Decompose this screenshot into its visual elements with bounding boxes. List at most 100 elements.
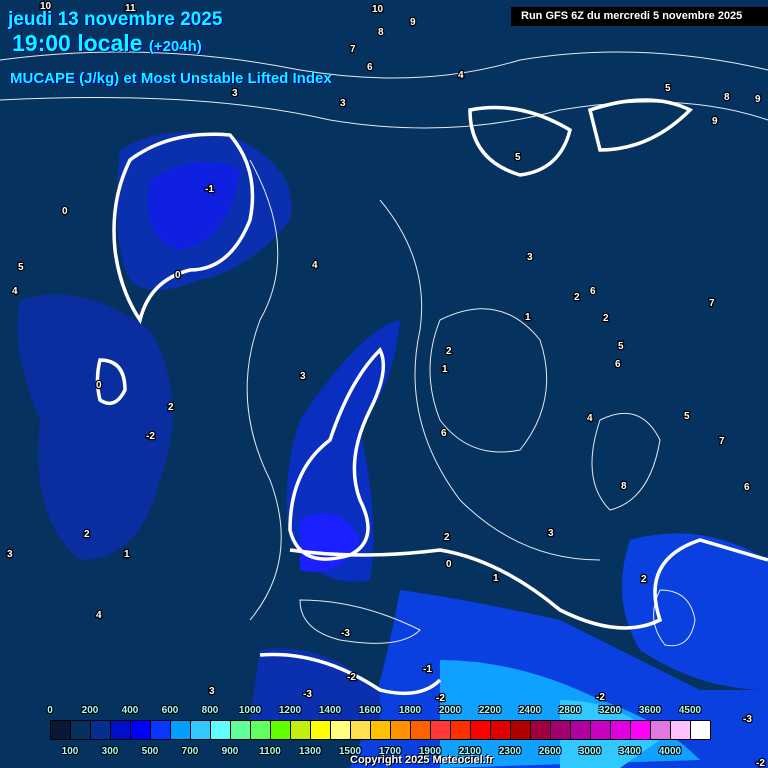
legend-label-bottom: 900 (221, 746, 239, 757)
legend-swatch (691, 721, 710, 739)
legend-label-top: 400 (121, 705, 139, 716)
legend-swatch (251, 721, 271, 739)
legend-label-top: 1400 (318, 705, 342, 716)
legend-label-top: 2400 (518, 705, 542, 716)
legend-swatch (651, 721, 671, 739)
legend-swatch (631, 721, 651, 739)
contour-label: 2 (641, 574, 647, 585)
contour-label: 0 (62, 206, 68, 217)
contour-label: 1 (442, 364, 448, 375)
weather-map: 10 11 109876433598950-1054430-222166562213… (0, 0, 768, 768)
legend-swatch (171, 721, 191, 739)
contour-label: 2 (168, 402, 174, 413)
contour-label: 9 (755, 94, 761, 105)
copyright: Copyright 2025 Meteociel.fr (350, 754, 494, 766)
legend-label-top: 2000 (438, 705, 462, 716)
forecast-time: 19:00 locale (+204h) (12, 30, 202, 57)
color-legend (50, 720, 711, 740)
legend-swatch (471, 721, 491, 739)
legend-label-top: 2800 (558, 705, 582, 716)
legend-swatch (431, 721, 451, 739)
legend-label-bottom: 1300 (298, 746, 322, 757)
legend-swatch (551, 721, 571, 739)
legend-label-top: 1200 (278, 705, 302, 716)
legend-label-bottom: 700 (181, 746, 199, 757)
legend-swatch (291, 721, 311, 739)
legend-swatch (391, 721, 411, 739)
legend-label-bottom: 300 (101, 746, 119, 757)
legend-swatch (591, 721, 611, 739)
legend-swatch (231, 721, 251, 739)
legend-swatch (151, 721, 171, 739)
forecast-date: jeudi 13 novembre 2025 (8, 9, 223, 30)
legend-label-top: 800 (201, 705, 219, 716)
legend-label-bottom: 3000 (578, 746, 602, 757)
contour-label: 0 (446, 559, 452, 570)
contour-label: -2 (146, 431, 155, 442)
contour-label: 3 (527, 252, 533, 263)
legend-label-bottom: 2600 (538, 746, 562, 757)
contour-label: 7 (719, 436, 725, 447)
contour-label: 1 (493, 573, 499, 584)
legend-label-top: 1800 (398, 705, 422, 716)
contour-label: 0 (175, 270, 181, 281)
legend-label-bottom: 100 (61, 746, 79, 757)
contour-label: 4 (458, 70, 464, 81)
legend-swatch (451, 721, 471, 739)
legend-label-bottom: 2300 (498, 746, 522, 757)
contour-label: 4 (96, 610, 102, 621)
legend-swatch (71, 721, 91, 739)
contour-label: -1 (423, 664, 432, 675)
contour-label: 6 (367, 62, 373, 73)
contour-label: -2 (756, 758, 765, 768)
legend-swatch (51, 721, 71, 739)
legend-label-bottom: 500 (141, 746, 159, 757)
contour-label: 2 (446, 346, 452, 357)
contour-label: -3 (303, 689, 312, 700)
parameter-title: MUCAPE (J/kg) et Most Unstable Lifted In… (10, 70, 332, 87)
contour-label: 3 (7, 549, 13, 560)
contour-label: 2 (444, 532, 450, 543)
legend-swatch (271, 721, 291, 739)
contour-label: -3 (341, 628, 350, 639)
legend-swatch (131, 721, 151, 739)
legend-swatch (311, 721, 331, 739)
legend-swatch (371, 721, 391, 739)
contour-label: 2 (603, 313, 609, 324)
contour-label: 8 (621, 481, 627, 492)
legend-swatch (91, 721, 111, 739)
contour-label: -2 (347, 672, 356, 683)
legend-label-top: 3600 (638, 705, 662, 716)
legend-swatch (491, 721, 511, 739)
contour-label: 5 (618, 341, 624, 352)
contour-label: -1 (205, 184, 214, 195)
contour-label: 3 (548, 528, 554, 539)
contour-label: 6 (744, 482, 750, 493)
contour-label: 6 (615, 359, 621, 370)
legend-swatch (411, 721, 431, 739)
legend-label-top: 3200 (598, 705, 622, 716)
contour-label: 4 (587, 413, 593, 424)
contour-label: 3 (300, 371, 306, 382)
legend-label-bottom: 4000 (658, 746, 682, 757)
legend-swatch (351, 721, 371, 739)
legend-swatch (531, 721, 551, 739)
contour-label: 1 (124, 549, 130, 560)
contour-label: 9 (410, 17, 416, 28)
legend-swatch (571, 721, 591, 739)
local-time: 19:00 locale (12, 30, 143, 56)
legend-label-top: 200 (81, 705, 99, 716)
legend-label-top: 0 (47, 705, 53, 716)
contour-label: 5 (18, 262, 24, 273)
contour-label: 7 (709, 298, 715, 309)
contour-label: -2 (436, 693, 445, 704)
contour-label: 9 (712, 116, 718, 127)
contour-label: 1 (525, 312, 531, 323)
contour-label: 2 (574, 292, 580, 303)
contour-label: 8 (378, 27, 384, 38)
lead-time: (+204h) (148, 38, 202, 55)
legend-label-top: 1600 (358, 705, 382, 716)
contour-label: 5 (515, 152, 521, 163)
legend-swatch (671, 721, 691, 739)
contour-label: 5 (665, 83, 671, 94)
